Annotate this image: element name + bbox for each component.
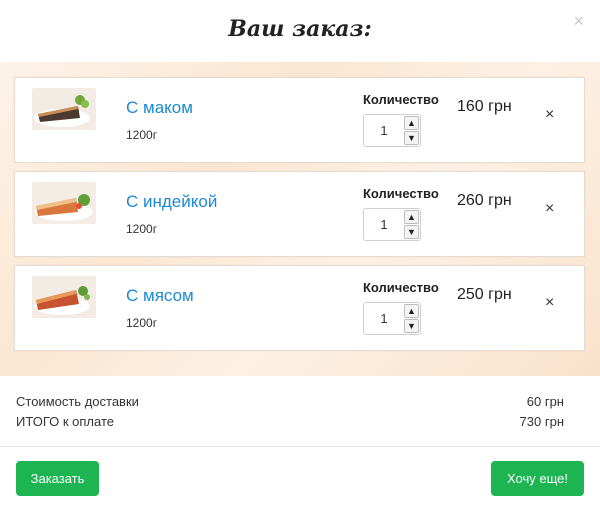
quantity-stepper[interactable]: 1 ▲ ▼ bbox=[363, 302, 421, 335]
order-modal: × Ваш заказ: С маком 1200г Количество 1 … bbox=[0, 0, 600, 511]
total-label: ИТОГО к оплате bbox=[16, 414, 114, 429]
total-value: 730 грн bbox=[519, 414, 564, 429]
product-price: 260 грн bbox=[457, 192, 512, 209]
order-items-area: С маком 1200г Количество 1 ▲ ▼ 160 грн × bbox=[0, 62, 600, 376]
remove-item-icon[interactable]: × bbox=[545, 294, 554, 312]
delivery-cost-label: Стоимость доставки bbox=[16, 394, 139, 409]
delivery-cost-value: 60 грн bbox=[526, 394, 564, 409]
quantity-label: Количество bbox=[363, 280, 439, 295]
quantity-stepper[interactable]: 1 ▲ ▼ bbox=[363, 114, 421, 147]
increment-button[interactable]: ▲ bbox=[404, 304, 419, 318]
quantity-value[interactable]: 1 bbox=[364, 303, 404, 334]
decrement-button[interactable]: ▼ bbox=[404, 225, 419, 239]
product-price: 160 грн bbox=[457, 98, 512, 115]
divider bbox=[0, 446, 600, 447]
product-name-link[interactable]: С мясом bbox=[126, 286, 194, 306]
product-weight: 1200г bbox=[126, 316, 158, 330]
quantity-value[interactable]: 1 bbox=[364, 115, 404, 146]
product-name-link[interactable]: С индейкой bbox=[126, 192, 217, 212]
delivery-cost-row: Стоимость доставки 60 грн bbox=[16, 394, 564, 409]
continue-shopping-button[interactable]: Хочу еще! bbox=[491, 461, 584, 496]
modal-title: Ваш заказ: bbox=[228, 16, 372, 42]
decrement-button[interactable]: ▼ bbox=[404, 319, 419, 333]
quantity-value[interactable]: 1 bbox=[364, 209, 404, 240]
product-name-link[interactable]: С маком bbox=[126, 98, 193, 118]
product-image bbox=[32, 88, 96, 130]
order-item: С маком 1200г Количество 1 ▲ ▼ 160 грн × bbox=[14, 77, 585, 163]
quantity-label: Количество bbox=[363, 186, 439, 201]
quantity-label: Количество bbox=[363, 92, 439, 107]
order-item: С индейкой 1200г Количество 1 ▲ ▼ 260 гр… bbox=[14, 171, 585, 257]
product-image bbox=[32, 276, 96, 318]
increment-button[interactable]: ▲ bbox=[404, 210, 419, 224]
product-weight: 1200г bbox=[126, 222, 158, 236]
product-price: 250 грн bbox=[457, 286, 512, 303]
order-item: С мясом 1200г Количество 1 ▲ ▼ 250 грн × bbox=[14, 265, 585, 351]
total-row: ИТОГО к оплате 730 грн bbox=[16, 414, 564, 429]
order-button[interactable]: Заказать bbox=[16, 461, 99, 496]
increment-button[interactable]: ▲ bbox=[404, 116, 419, 130]
quantity-stepper[interactable]: 1 ▲ ▼ bbox=[363, 208, 421, 241]
product-weight: 1200г bbox=[126, 128, 158, 142]
decrement-button[interactable]: ▼ bbox=[404, 131, 419, 145]
product-image bbox=[32, 182, 96, 224]
remove-item-icon[interactable]: × bbox=[545, 200, 554, 218]
remove-item-icon[interactable]: × bbox=[545, 106, 554, 124]
